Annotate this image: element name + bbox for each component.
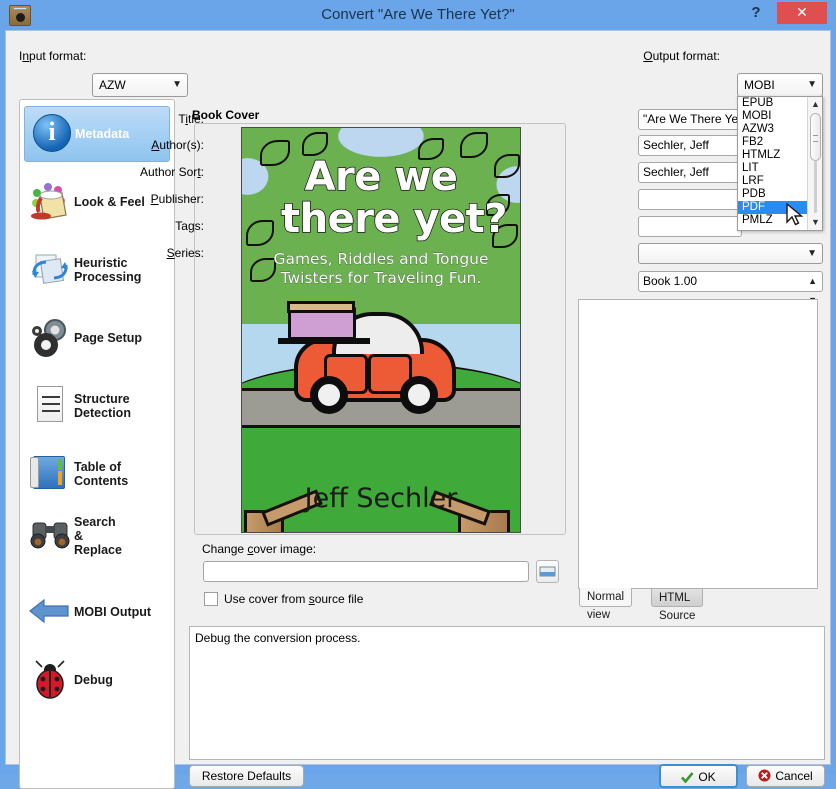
dropdown-option[interactable]: HTMLZ xyxy=(738,149,808,162)
document-lines-icon xyxy=(26,383,74,429)
close-button[interactable]: ✕ xyxy=(777,2,827,24)
publisher-input[interactable] xyxy=(638,189,742,210)
change-cover-label: Change cover image: xyxy=(202,542,316,556)
dropdown-option[interactable]: FB2 xyxy=(738,136,808,149)
use-source-cover-label[interactable]: Use cover from source file xyxy=(224,592,363,606)
ladybug-icon xyxy=(26,657,74,703)
tags-input[interactable] xyxy=(638,216,742,237)
dropdown-option-list[interactable]: EPUBMOBIAZW3FB2HTMLZLITLRFPDBPDFPMLZ xyxy=(738,97,808,230)
car-wheel xyxy=(400,376,438,414)
paint-bucket-icon xyxy=(26,179,74,225)
output-format-dropdown[interactable]: EPUBMOBIAZW3FB2HTMLZLITLRFPDBPDFPMLZ ▲ ▼ xyxy=(737,96,823,231)
gears-icon xyxy=(26,315,74,361)
cover-author: Jeff Sechler xyxy=(242,483,520,514)
sidebar-item-mobi-output[interactable]: MOBI Output xyxy=(24,584,170,640)
comments-editor[interactable] xyxy=(578,299,818,589)
chevron-down-icon: ▼ xyxy=(807,74,817,96)
sidebar-item-debug[interactable]: Debug xyxy=(24,652,170,708)
title-bar: Convert "Are We There Yet?" ? ✕ xyxy=(0,0,836,30)
binoculars-icon xyxy=(26,513,74,559)
input-format-value: AZW xyxy=(99,74,167,96)
debug-text: Debug the conversion process. xyxy=(195,631,360,645)
tab-normal-view[interactable]: Normal view xyxy=(579,588,632,607)
cover-path-input[interactable] xyxy=(203,561,529,582)
dropdown-option[interactable]: MOBI xyxy=(738,110,808,123)
sidebar-item-label: Metadata xyxy=(75,127,129,141)
sidebar-item-table-of-contents[interactable]: Table of Contents xyxy=(24,446,170,502)
scrollbar-thumb[interactable] xyxy=(810,113,821,161)
tab-html-source[interactable]: HTML Source xyxy=(651,588,703,607)
dropdown-option[interactable]: LIT xyxy=(738,162,808,175)
car-illustration xyxy=(294,338,456,402)
help-button[interactable]: ? xyxy=(743,2,769,24)
dropdown-option[interactable]: PMLZ xyxy=(738,214,808,227)
convert-dialog-window: Convert "Are We There Yet?" ? ✕ Input fo… xyxy=(0,0,836,774)
cover-subtitle: Games, Riddles and Tongue Twisters for T… xyxy=(242,250,520,288)
dropdown-option[interactable]: LRF xyxy=(738,175,808,188)
sidebar-item-search-and-replace[interactable]: Search & Replace xyxy=(24,508,170,564)
sidebar-item-label: Heuristic Processing xyxy=(74,256,141,284)
input-format-select[interactable]: AZW ▼ xyxy=(92,73,188,97)
dropdown-scrollbar[interactable]: ▲ ▼ xyxy=(807,97,822,230)
restore-defaults-button[interactable]: Restore Defaults xyxy=(189,765,304,787)
recycle-pages-icon xyxy=(26,247,74,293)
sidebar-item-metadata[interactable]: Metadata xyxy=(24,106,170,162)
chevron-down-icon: ▼ xyxy=(807,244,817,263)
cancel-icon xyxy=(758,769,771,782)
dropdown-option[interactable]: PDB xyxy=(738,188,808,201)
input-format-label: Input format: xyxy=(19,49,86,63)
output-format-value: MOBI xyxy=(744,74,802,96)
dropdown-option[interactable]: PDF xyxy=(738,201,808,214)
notebook-icon xyxy=(26,451,74,497)
cancel-button[interactable]: Cancel xyxy=(746,765,825,787)
series-index-value: Book 1.00 xyxy=(643,274,697,288)
chevron-down-icon: ▼ xyxy=(172,74,182,96)
sidebar-item-label: Debug xyxy=(74,673,113,687)
cancel-label: Cancel xyxy=(775,769,812,783)
debug-panel[interactable]: Debug the conversion process. xyxy=(189,626,825,760)
left-arrow-icon xyxy=(26,589,74,635)
publisher-label: Publisher: xyxy=(151,192,204,206)
scroll-down-icon[interactable]: ▼ xyxy=(808,216,823,229)
folder-open-icon[interactable] xyxy=(536,560,559,583)
ok-label: OK xyxy=(698,770,715,784)
series-label: Series: xyxy=(167,246,204,260)
cover-lower-scene: Jeff Sechler xyxy=(242,324,520,533)
title-label: Title: xyxy=(178,112,204,126)
scroll-up-icon[interactable]: ▲ xyxy=(808,98,823,111)
output-format-label: Output format: xyxy=(643,49,720,63)
series-index-spinner[interactable]: Book 1.00 ▲▼ xyxy=(638,271,823,292)
authors-label: Author(s): xyxy=(151,138,204,152)
output-format-select[interactable]: MOBI ▼ xyxy=(737,73,823,97)
cover-title: Are we there yet? xyxy=(242,156,520,240)
tags-label: Tags: xyxy=(175,219,204,233)
sidebar-item-label: Look & Feel xyxy=(74,195,145,209)
authors-input[interactable]: Sechler, Jeff xyxy=(638,135,742,156)
window-title: Convert "Are We There Yet?" xyxy=(0,0,836,30)
sidebar-item-label: Page Setup xyxy=(74,331,142,345)
sidebar-item-look-and-feel[interactable]: Look & Feel xyxy=(24,174,170,230)
author-sort-label: Author Sort: xyxy=(140,165,204,179)
sidebar-item-structure-detection[interactable]: Structure Detection xyxy=(24,378,170,434)
sidebar-item-label: Search & Replace xyxy=(74,515,122,557)
series-select[interactable]: ▼ xyxy=(638,243,823,264)
author-sort-input[interactable]: Sechler, Jeff xyxy=(638,162,742,183)
info-icon xyxy=(27,111,75,157)
ok-button[interactable]: OK xyxy=(659,764,738,788)
title-input[interactable]: "Are We There Yet? xyxy=(638,109,742,130)
scrollbar-track[interactable] xyxy=(814,161,817,213)
sidebar-item-page-setup[interactable]: Page Setup xyxy=(24,310,170,366)
sidebar-item-heuristic-processing[interactable]: Heuristic Processing xyxy=(24,242,170,298)
sidebar-item-label: Structure Detection xyxy=(74,392,131,420)
sidebar-item-label: Table of Contents xyxy=(74,460,128,488)
dropdown-option[interactable]: EPUB xyxy=(738,97,808,110)
sidebar-item-label: MOBI Output xyxy=(74,605,151,619)
dropdown-option[interactable]: AZW3 xyxy=(738,123,808,136)
book-cover-preview[interactable]: Are we there yet? Games, Riddles and Ton… xyxy=(194,123,566,535)
use-source-cover-checkbox[interactable] xyxy=(204,592,218,606)
luggage-on-roof xyxy=(288,306,356,340)
cover-artwork: Are we there yet? Games, Riddles and Ton… xyxy=(241,127,521,533)
dialog-body: Input format: AZW ▼ Output format: MOBI … xyxy=(5,30,831,765)
car-wheel xyxy=(310,376,348,414)
